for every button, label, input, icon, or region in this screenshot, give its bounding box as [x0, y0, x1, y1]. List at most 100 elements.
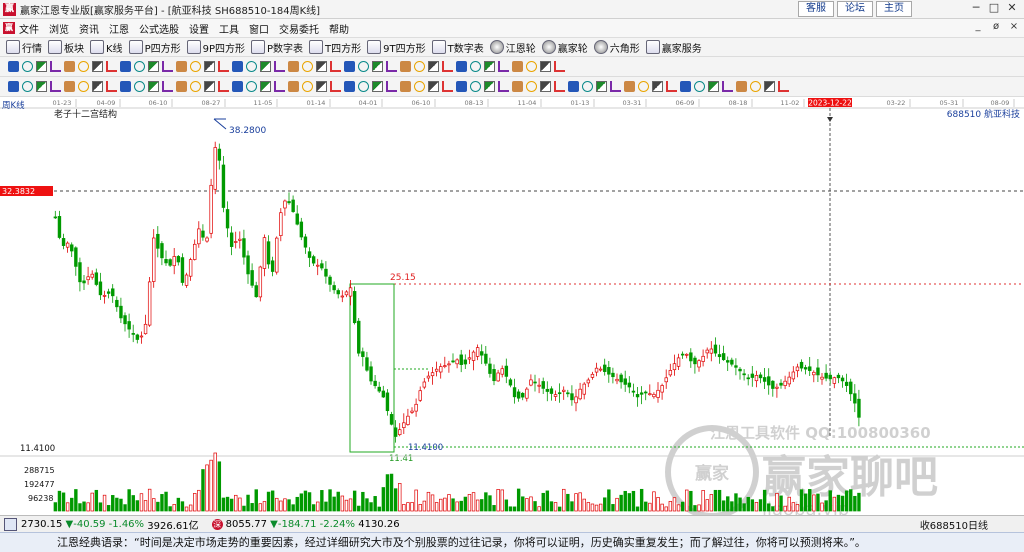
- drawing-tool-icon[interactable]: [8, 61, 19, 72]
- drawing-tool-icon[interactable]: [470, 61, 481, 72]
- menu-settings[interactable]: 设置: [189, 21, 209, 36]
- toolbar-gann-wheel-button[interactable]: 江恩轮: [489, 40, 536, 55]
- toolbar-t-square-button[interactable]: T四方形: [309, 40, 361, 55]
- forum-link[interactable]: 论坛: [837, 1, 873, 17]
- analysis-tool-icon[interactable]: [36, 81, 47, 92]
- analysis-tool-icon[interactable]: [778, 81, 789, 92]
- analysis-tool-icon[interactable]: [204, 81, 215, 92]
- analysis-tool-icon[interactable]: [526, 81, 537, 92]
- analysis-tool-icon[interactable]: [288, 81, 299, 92]
- kline-chart[interactable]: 01-23 04-09 06-10 08-27 11-05 01-14 04-01 06-10…: [0, 97, 1024, 520]
- child-restore-button[interactable]: ø: [990, 21, 1002, 33]
- analysis-tool-icon[interactable]: [302, 81, 313, 92]
- chart-area[interactable]: 01-23 04-09 06-10 08-27 11-05 01-14 04-01 06-10…: [0, 97, 1024, 520]
- analysis-tool-icon[interactable]: [470, 81, 481, 92]
- analysis-tool-icon[interactable]: [638, 81, 649, 92]
- analysis-tool-icon[interactable]: [78, 81, 89, 92]
- drawing-tool-icon[interactable]: [372, 61, 383, 72]
- customer-service-link[interactable]: 客服: [798, 1, 834, 17]
- drawing-tool-icon[interactable]: [106, 61, 117, 72]
- drawing-tool-icon[interactable]: [456, 61, 467, 72]
- index-sh[interactable]: 2730.15 ▼-40.59 -1.46% 3926.61亿: [21, 517, 199, 532]
- drawing-tool-icon[interactable]: [64, 61, 75, 72]
- analysis-tool-icon[interactable]: [554, 81, 565, 92]
- analysis-tool-icon[interactable]: [540, 81, 551, 92]
- analysis-tool-icon[interactable]: [582, 81, 593, 92]
- drawing-tool-icon[interactable]: [204, 61, 215, 72]
- analysis-tool-icon[interactable]: [162, 81, 173, 92]
- drawing-tool-icon[interactable]: [162, 61, 173, 72]
- analysis-tool-icon[interactable]: [260, 81, 271, 92]
- homepage-link[interactable]: 主页: [876, 1, 912, 17]
- analysis-tool-icon[interactable]: [736, 81, 747, 92]
- drawing-tool-icon[interactable]: [260, 61, 271, 72]
- minimize-button[interactable]: ─: [968, 1, 984, 15]
- status-grid-icon[interactable]: [4, 517, 17, 531]
- analysis-tool-icon[interactable]: [666, 81, 677, 92]
- toolbar-winner-wheel-button[interactable]: 赢家轮: [541, 40, 588, 55]
- drawing-tool-icon[interactable]: [36, 61, 47, 72]
- analysis-tool-icon[interactable]: [652, 81, 663, 92]
- analysis-tool-icon[interactable]: [372, 81, 383, 92]
- analysis-tool-icon[interactable]: [750, 81, 761, 92]
- toolbar-kline-button[interactable]: K线: [90, 40, 123, 55]
- drawing-tool-icon[interactable]: [232, 61, 243, 72]
- drawing-tool-icon[interactable]: [148, 61, 159, 72]
- analysis-tool-icon[interactable]: [176, 81, 187, 92]
- analysis-tool-icon[interactable]: [456, 81, 467, 92]
- drawing-tool-icon[interactable]: [134, 61, 145, 72]
- drawing-tool-icon[interactable]: [330, 61, 341, 72]
- drawing-tool-icon[interactable]: [540, 61, 551, 72]
- menu-news[interactable]: 资讯: [79, 21, 99, 36]
- analysis-tool-icon[interactable]: [498, 81, 509, 92]
- analysis-tool-icon[interactable]: [624, 81, 635, 92]
- analysis-tool-icon[interactable]: [764, 81, 775, 92]
- analysis-tool-icon[interactable]: [694, 81, 705, 92]
- analysis-tool-icon[interactable]: [64, 81, 75, 92]
- index-sz[interactable]: 深 8055.77 ▼-184.71 -2.24% 4130.26: [209, 518, 400, 530]
- toolbar-9p-square-button[interactable]: 9P四方形: [186, 40, 245, 55]
- analysis-tool-icon[interactable]: [358, 81, 369, 92]
- child-close-button[interactable]: ×: [1008, 21, 1020, 33]
- analysis-tool-icon[interactable]: [232, 81, 243, 92]
- toolbar-p-square-button[interactable]: P四方形: [128, 40, 181, 55]
- drawing-tool-icon[interactable]: [246, 61, 257, 72]
- analysis-tool-icon[interactable]: [8, 81, 19, 92]
- analysis-tool-icon[interactable]: [400, 81, 411, 92]
- drawing-tool-icon[interactable]: [288, 61, 299, 72]
- drawing-tool-icon[interactable]: [92, 61, 103, 72]
- child-minimize-button[interactable]: _: [972, 21, 984, 33]
- analysis-tool-icon[interactable]: [50, 81, 61, 92]
- analysis-tool-icon[interactable]: [708, 81, 719, 92]
- drawing-tool-icon[interactable]: [302, 61, 313, 72]
- drawing-tool-icon[interactable]: [358, 61, 369, 72]
- menu-formula-select[interactable]: 公式选股: [139, 21, 179, 36]
- drawing-tool-icon[interactable]: [442, 61, 453, 72]
- drawing-tool-icon[interactable]: [78, 61, 89, 72]
- analysis-tool-icon[interactable]: [442, 81, 453, 92]
- menu-file[interactable]: 文件: [19, 21, 39, 36]
- toolbar-quotes-button[interactable]: 行情: [6, 40, 42, 55]
- analysis-tool-icon[interactable]: [610, 81, 621, 92]
- drawing-tool-icon[interactable]: [274, 61, 285, 72]
- analysis-tool-icon[interactable]: [512, 81, 523, 92]
- drawing-tool-icon[interactable]: [316, 61, 327, 72]
- analysis-tool-icon[interactable]: [106, 81, 117, 92]
- analysis-tool-icon[interactable]: [218, 81, 229, 92]
- drawing-tool-icon[interactable]: [344, 61, 355, 72]
- analysis-tool-icon[interactable]: [246, 81, 257, 92]
- analysis-tool-icon[interactable]: [568, 81, 579, 92]
- drawing-tool-icon[interactable]: [414, 61, 425, 72]
- drawing-tool-icon[interactable]: [190, 61, 201, 72]
- analysis-tool-icon[interactable]: [344, 81, 355, 92]
- analysis-tool-icon[interactable]: [722, 81, 733, 92]
- menu-tools[interactable]: 工具: [219, 21, 239, 36]
- drawing-tool-icon[interactable]: [50, 61, 61, 72]
- maximize-button[interactable]: □: [986, 1, 1002, 15]
- close-button[interactable]: ✕: [1004, 1, 1020, 15]
- drawing-tool-icon[interactable]: [386, 61, 397, 72]
- drawing-tool-icon[interactable]: [218, 61, 229, 72]
- status-right-text[interactable]: 收688510日线: [920, 517, 988, 532]
- drawing-tool-icon[interactable]: [554, 61, 565, 72]
- toolbar-9t-square-button[interactable]: 9T四方形: [367, 40, 426, 55]
